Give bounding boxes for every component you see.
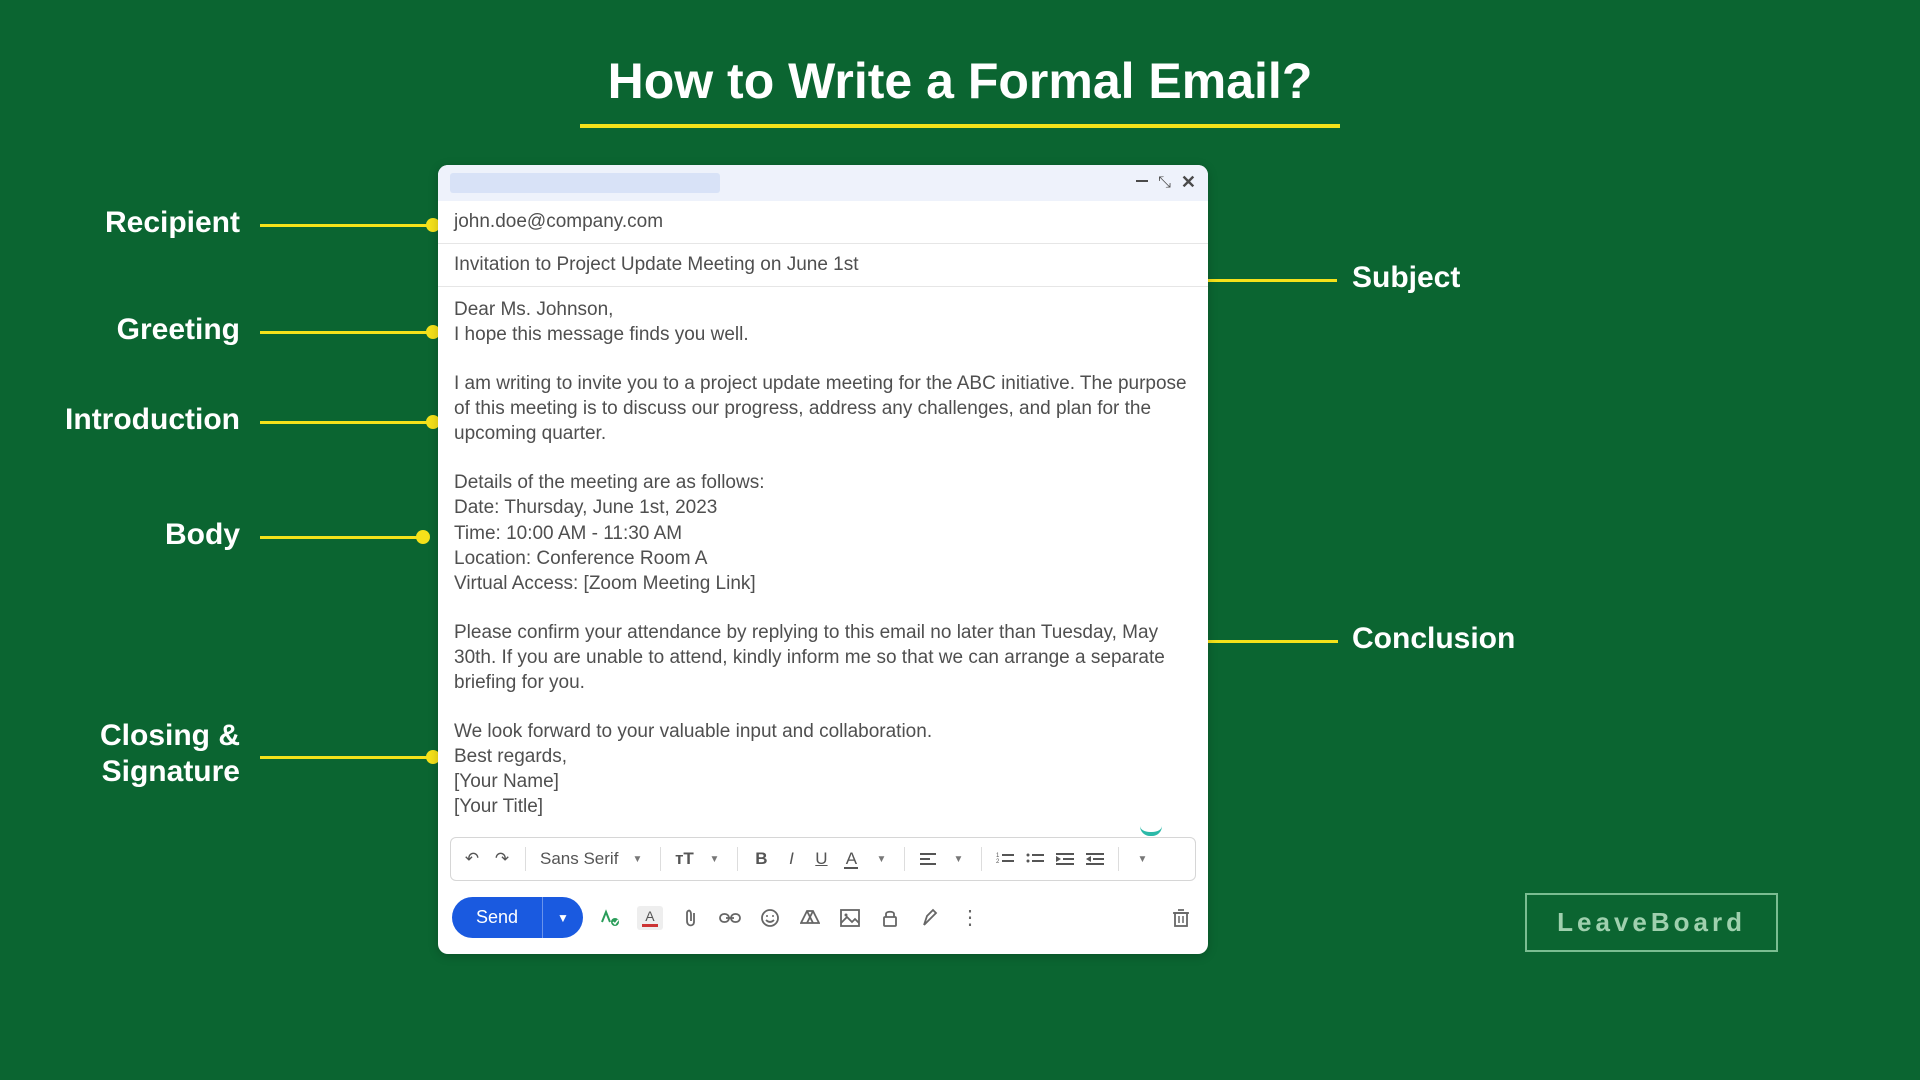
image-icon[interactable] — [837, 905, 863, 931]
greeting-line2: I hope this message finds you well. — [454, 322, 1192, 347]
label-introduction: Introduction — [0, 403, 240, 437]
bullet-list-icon[interactable] — [1022, 845, 1048, 873]
page-title: How to Write a Formal Email? — [0, 52, 1920, 110]
header-selection — [450, 173, 720, 193]
svg-text:2: 2 — [996, 859, 1000, 865]
more-options-icon[interactable]: ⋮ — [957, 905, 983, 931]
label-recipient: Recipient — [0, 206, 240, 240]
label-conclusion: Conclusion — [1352, 622, 1515, 656]
closing-line2: Best regards, — [454, 744, 1192, 769]
leader-line — [260, 421, 428, 424]
details-date: Date: Thursday, June 1st, 2023 — [454, 495, 1192, 520]
send-group: Send ▼ — [452, 897, 583, 938]
underline-icon[interactable]: U — [808, 845, 834, 873]
email-body[interactable]: Dear Ms. Johnson, I hope this message fi… — [438, 287, 1208, 837]
details-time: Time: 10:00 AM - 11:30 AM — [454, 521, 1192, 546]
trash-icon[interactable] — [1168, 905, 1194, 931]
italic-icon[interactable]: I — [778, 845, 804, 873]
minimize-icon[interactable] — [1136, 174, 1148, 190]
label-subject: Subject — [1352, 261, 1460, 295]
more-formatting-caret-icon[interactable]: ▼ — [1129, 845, 1155, 873]
recipient-field[interactable]: john.doe@company.com — [438, 201, 1208, 244]
brand-logo: LeaveBoard — [1525, 893, 1778, 952]
indent-increase-icon[interactable] — [1082, 845, 1108, 873]
drive-icon[interactable] — [797, 905, 823, 931]
title-underline — [580, 124, 1340, 128]
closing-line3: [Your Name] — [454, 769, 1192, 794]
emoji-icon[interactable] — [757, 905, 783, 931]
align-caret-icon[interactable]: ▼ — [945, 845, 971, 873]
link-icon[interactable] — [717, 905, 743, 931]
close-icon[interactable]: ✕ — [1181, 173, 1196, 191]
conclusion-paragraph: Please confirm your attendance by replyi… — [454, 620, 1192, 695]
details-location: Location: Conference Room A — [454, 546, 1192, 571]
text-color-caret-icon[interactable]: ▼ — [868, 845, 894, 873]
leader-line — [1200, 640, 1338, 643]
collapse-icon[interactable]: ⤡ — [1158, 175, 1171, 191]
signature-pen-icon[interactable] — [917, 905, 943, 931]
closing-line1: We look forward to your valuable input a… — [454, 719, 1192, 744]
confidential-icon[interactable] — [877, 905, 903, 931]
font-family-select[interactable]: Sans Serif — [540, 849, 618, 869]
font-size-caret-icon[interactable]: ▼ — [701, 845, 727, 873]
spellcheck-icon[interactable] — [597, 905, 623, 931]
align-icon[interactable] — [915, 845, 941, 873]
font-family-caret-icon[interactable]: ▼ — [624, 845, 650, 873]
attachment-icon[interactable] — [677, 905, 703, 931]
leader-dot — [416, 530, 430, 544]
compose-header: ⤡ ✕ — [438, 165, 1208, 201]
leader-line — [260, 224, 428, 227]
leader-line — [260, 331, 428, 334]
redo-icon[interactable]: ↷ — [489, 845, 515, 873]
bold-icon[interactable]: B — [748, 845, 774, 873]
indent-decrease-icon[interactable] — [1052, 845, 1078, 873]
send-button[interactable]: Send — [452, 897, 542, 938]
text-color-icon[interactable]: A — [838, 845, 864, 873]
action-bar: Send ▼ A ⋮ — [438, 893, 1208, 954]
label-signature: Signature — [0, 755, 240, 789]
subject-field[interactable]: Invitation to Project Update Meeting on … — [438, 244, 1208, 287]
details-heading: Details of the meeting are as follows: — [454, 470, 1192, 495]
format-toolbar: ↶ ↷ Sans Serif ▼ тT ▼ B I U A ▼ ▼ 12 — [450, 837, 1196, 881]
greeting-line: Dear Ms. Johnson, — [454, 297, 1192, 322]
numbered-list-icon[interactable]: 12 — [992, 845, 1018, 873]
send-options-button[interactable]: ▼ — [542, 897, 583, 938]
compose-window: ⤡ ✕ john.doe@company.com Invitation to P… — [438, 165, 1208, 954]
font-size-icon[interactable]: тT — [671, 845, 697, 873]
details-virtual: Virtual Access: [Zoom Meeting Link] — [454, 571, 1192, 596]
leader-line — [260, 536, 418, 539]
intro-paragraph: I am writing to invite you to a project … — [454, 371, 1192, 446]
closing-line4: [Your Title] — [454, 794, 1192, 819]
label-body: Body — [0, 518, 240, 552]
text-color-button[interactable]: A — [637, 906, 663, 930]
leader-line — [260, 756, 428, 759]
label-closing: Closing & — [0, 719, 240, 753]
label-greeting: Greeting — [0, 313, 240, 347]
undo-icon[interactable]: ↶ — [459, 845, 485, 873]
